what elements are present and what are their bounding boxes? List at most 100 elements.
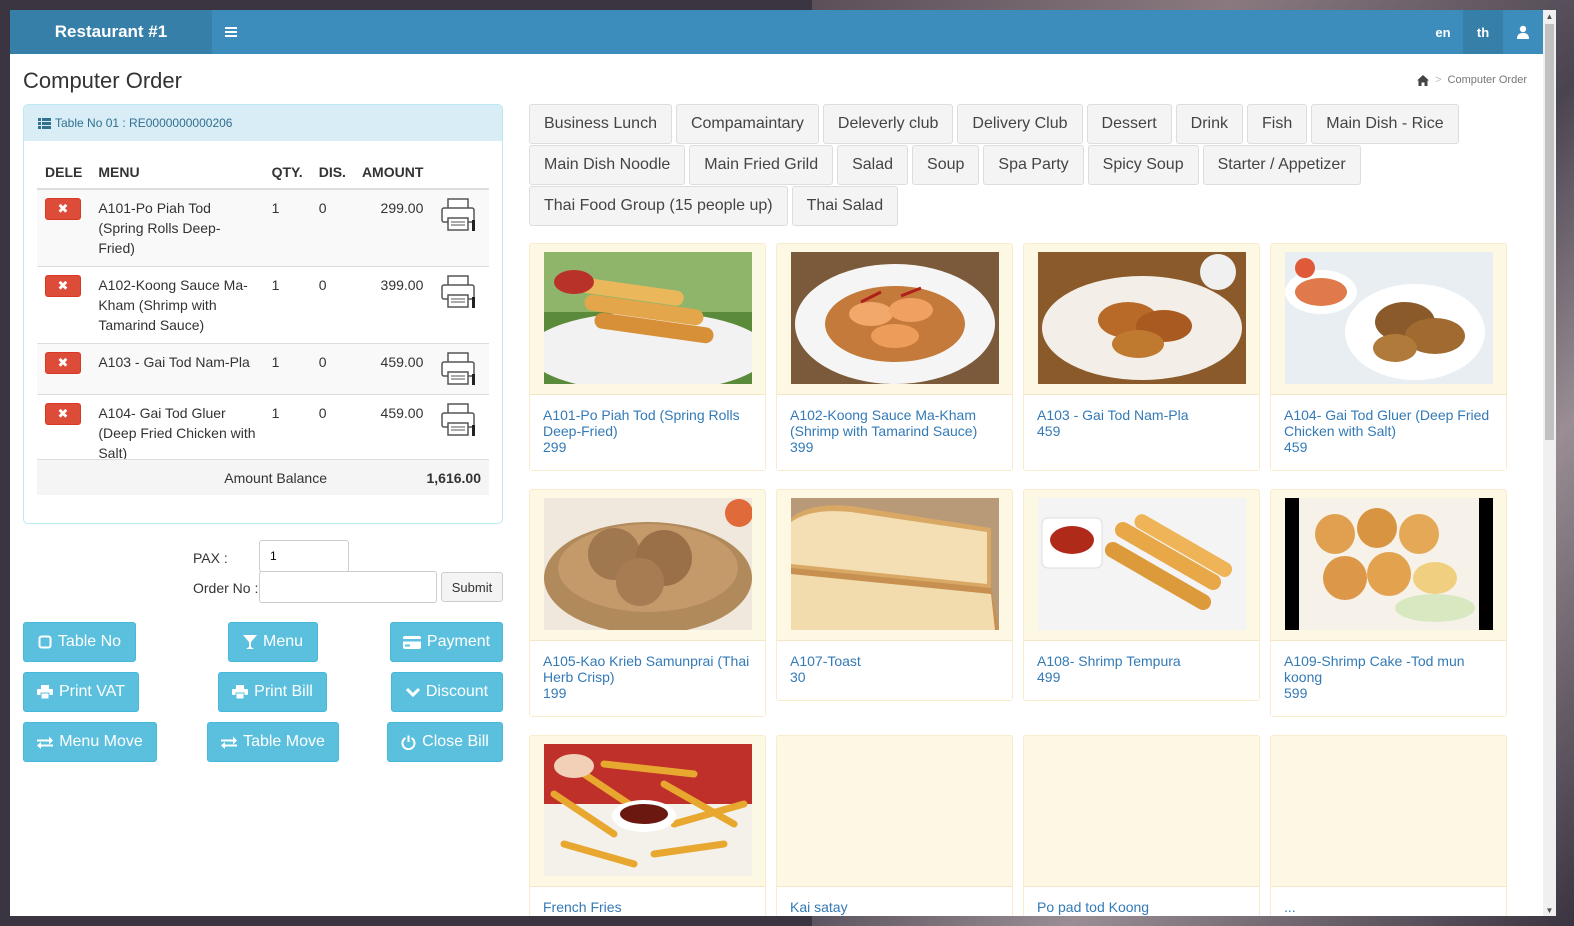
- menu-item-card[interactable]: French Fries: [529, 735, 766, 916]
- menu-item-card[interactable]: A101-Po Piah Tod (Spring Rolls Deep-Frie…: [529, 243, 766, 471]
- category-list: Business Lunch Compamaintary Deleverly c…: [529, 104, 1509, 227]
- order-table-header: DELE MENU QTY. DIS. AMOUNT: [37, 155, 489, 190]
- print-vat-button[interactable]: Print VAT: [23, 672, 139, 712]
- table-move-button[interactable]: Table Move: [207, 722, 339, 762]
- scroll-thumb[interactable]: [1545, 24, 1554, 440]
- home-icon[interactable]: [1417, 74, 1430, 86]
- language-th-button[interactable]: th: [1463, 10, 1503, 54]
- payment-button[interactable]: Payment: [390, 622, 503, 662]
- discount-label: Discount: [425, 683, 489, 700]
- language-en-button[interactable]: en: [1423, 10, 1463, 54]
- menu-item-info: A108- Shrimp Tempura 499: [1024, 640, 1259, 700]
- menu-item-name: A108- Shrimp Tempura: [1037, 653, 1181, 669]
- category-button[interactable]: Business Lunch: [529, 104, 672, 144]
- menu-item-card[interactable]: ...: [1270, 735, 1507, 916]
- menu-item-card[interactable]: A102-Koong Sauce Ma-Kham (Shrimp with Ta…: [776, 243, 1013, 471]
- user-icon: [1517, 25, 1529, 39]
- menu-item-card[interactable]: A107-Toast 30: [776, 489, 1013, 701]
- delete-item-button[interactable]: ✖: [45, 352, 81, 374]
- credit-card-icon: [402, 635, 421, 649]
- transfer-icon: [221, 736, 238, 749]
- submit-button[interactable]: Submit: [441, 572, 503, 602]
- sidebar-toggle-button[interactable]: [212, 10, 250, 54]
- category-button[interactable]: Soup: [912, 145, 980, 185]
- amount-balance-row: Amount Balance 1,616.00: [37, 459, 489, 495]
- menu-item-price: 459: [1037, 423, 1061, 439]
- print-bill-button[interactable]: Print Bill: [218, 672, 327, 712]
- amount-balance-label: Amount Balance: [224, 469, 327, 486]
- menu-move-button[interactable]: Menu Move: [23, 722, 157, 762]
- printer-icon[interactable]: [439, 198, 477, 232]
- print-bill-label: Print Bill: [254, 683, 313, 700]
- food-image-french-fries: [544, 744, 752, 876]
- power-icon: [401, 735, 416, 750]
- top-navbar: Restaurant #1 en th: [10, 10, 1543, 54]
- category-button[interactable]: Spicy Soup: [1087, 145, 1199, 185]
- food-image-fried-chicken: [1038, 252, 1246, 384]
- menu-item-info: French Fries: [530, 886, 765, 916]
- menu-item-card[interactable]: A105-Kao Krieb Samunprai (Thai Herb Cris…: [529, 489, 766, 717]
- scroll-down-arrow[interactable]: ▼: [1543, 904, 1556, 916]
- scroll-up-arrow[interactable]: ▲: [1543, 10, 1556, 22]
- category-button[interactable]: Thai Salad: [791, 186, 899, 226]
- delete-item-button[interactable]: ✖: [45, 275, 81, 297]
- category-button[interactable]: Salad: [837, 145, 909, 185]
- menu-item-name: A104- Gai Tod Gluer (Deep Fried Chicken …: [1284, 407, 1490, 439]
- category-button[interactable]: Deleverly club: [822, 104, 954, 144]
- menu-item-card[interactable]: Kai satay: [776, 735, 1013, 916]
- category-button[interactable]: Fish: [1247, 104, 1308, 144]
- category-button[interactable]: Compamaintary: [675, 104, 819, 144]
- breadcrumb-current: Computer Order: [1447, 74, 1527, 86]
- category-button[interactable]: Delivery Club: [957, 104, 1083, 144]
- glass-icon: [242, 635, 257, 649]
- print-icon: [36, 685, 53, 699]
- menu-item-name: A101-Po Piah Tod (Spring Rolls Deep-Frie…: [543, 407, 740, 439]
- printer-icon[interactable]: [439, 275, 477, 309]
- menu-item-name: A109-Shrimp Cake -Tod mun koong: [1284, 653, 1465, 685]
- category-button[interactable]: Starter / Appetizer: [1202, 145, 1361, 185]
- amount-balance-value: 1,616.00: [426, 469, 482, 486]
- menu-item-card[interactable]: Po pad tod Koong: [1023, 735, 1260, 916]
- menu-item-name: French Fries: [543, 899, 622, 915]
- menu-item-price: 499: [1037, 669, 1061, 685]
- food-image-tamarind-shrimp: [791, 252, 999, 384]
- category-button[interactable]: Main Fried Grild: [689, 145, 834, 185]
- close-bill-button[interactable]: Close Bill: [387, 722, 503, 762]
- menu-item-info: A103 - Gai Tod Nam-Pla 459: [1024, 394, 1259, 470]
- column-header-amount: AMOUNT: [353, 155, 432, 190]
- delete-item-button[interactable]: ✖: [45, 198, 81, 220]
- food-image-spring-rolls: [544, 252, 752, 384]
- printer-icon[interactable]: [439, 403, 477, 437]
- menu-item-name: A105-Kao Krieb Samunprai (Thai Herb Cris…: [543, 653, 750, 685]
- menu-item-name: A107-Toast: [790, 653, 861, 669]
- column-header-menu: MENU: [90, 155, 264, 190]
- menu-item-card[interactable]: A104- Gai Tod Gluer (Deep Fried Chicken …: [1270, 243, 1507, 471]
- table-no-button[interactable]: Table No: [23, 622, 136, 662]
- food-image-shrimp-tempura: [1038, 498, 1246, 630]
- delete-item-button[interactable]: ✖: [45, 403, 81, 425]
- category-button[interactable]: Drink: [1175, 104, 1243, 144]
- order-item-qty: 1: [263, 266, 311, 344]
- print-vat-label: Print VAT: [58, 683, 126, 700]
- menu-item-card[interactable]: A109-Shrimp Cake -Tod mun koong 599: [1270, 489, 1507, 717]
- vertical-scrollbar[interactable]: ▲ ▼: [1543, 10, 1556, 916]
- category-button[interactable]: Main Dish - Rice: [1311, 104, 1459, 144]
- category-button[interactable]: Spa Party: [983, 145, 1084, 185]
- menu-item-card[interactable]: A108- Shrimp Tempura 499: [1023, 489, 1260, 701]
- menu-item-name: Po pad tod Koong: [1037, 899, 1150, 915]
- pax-input[interactable]: [259, 540, 349, 572]
- menu-button[interactable]: Menu: [228, 622, 318, 662]
- printer-icon[interactable]: [439, 352, 477, 386]
- order-row: ✖ A103 - Gai Tod Nam-Pla 1 0 459.00: [37, 343, 489, 395]
- category-button[interactable]: Dessert: [1086, 104, 1172, 144]
- order-row: ✖ A101-Po Piah Tod (Spring Rolls Deep-Fr…: [37, 188, 489, 267]
- category-button[interactable]: Thai Food Group (15 people up): [529, 186, 788, 226]
- table-move-label: Table Move: [243, 733, 325, 750]
- food-image-salt-chicken: [1285, 252, 1493, 384]
- menu-item-card[interactable]: A103 - Gai Tod Nam-Pla 459: [1023, 243, 1260, 471]
- category-button[interactable]: Main Dish Noodle: [529, 145, 686, 185]
- user-menu-button[interactable]: [1503, 10, 1543, 54]
- brand-logo[interactable]: Restaurant #1: [10, 10, 212, 54]
- discount-button[interactable]: Discount: [391, 672, 503, 712]
- order-no-input[interactable]: [259, 571, 437, 603]
